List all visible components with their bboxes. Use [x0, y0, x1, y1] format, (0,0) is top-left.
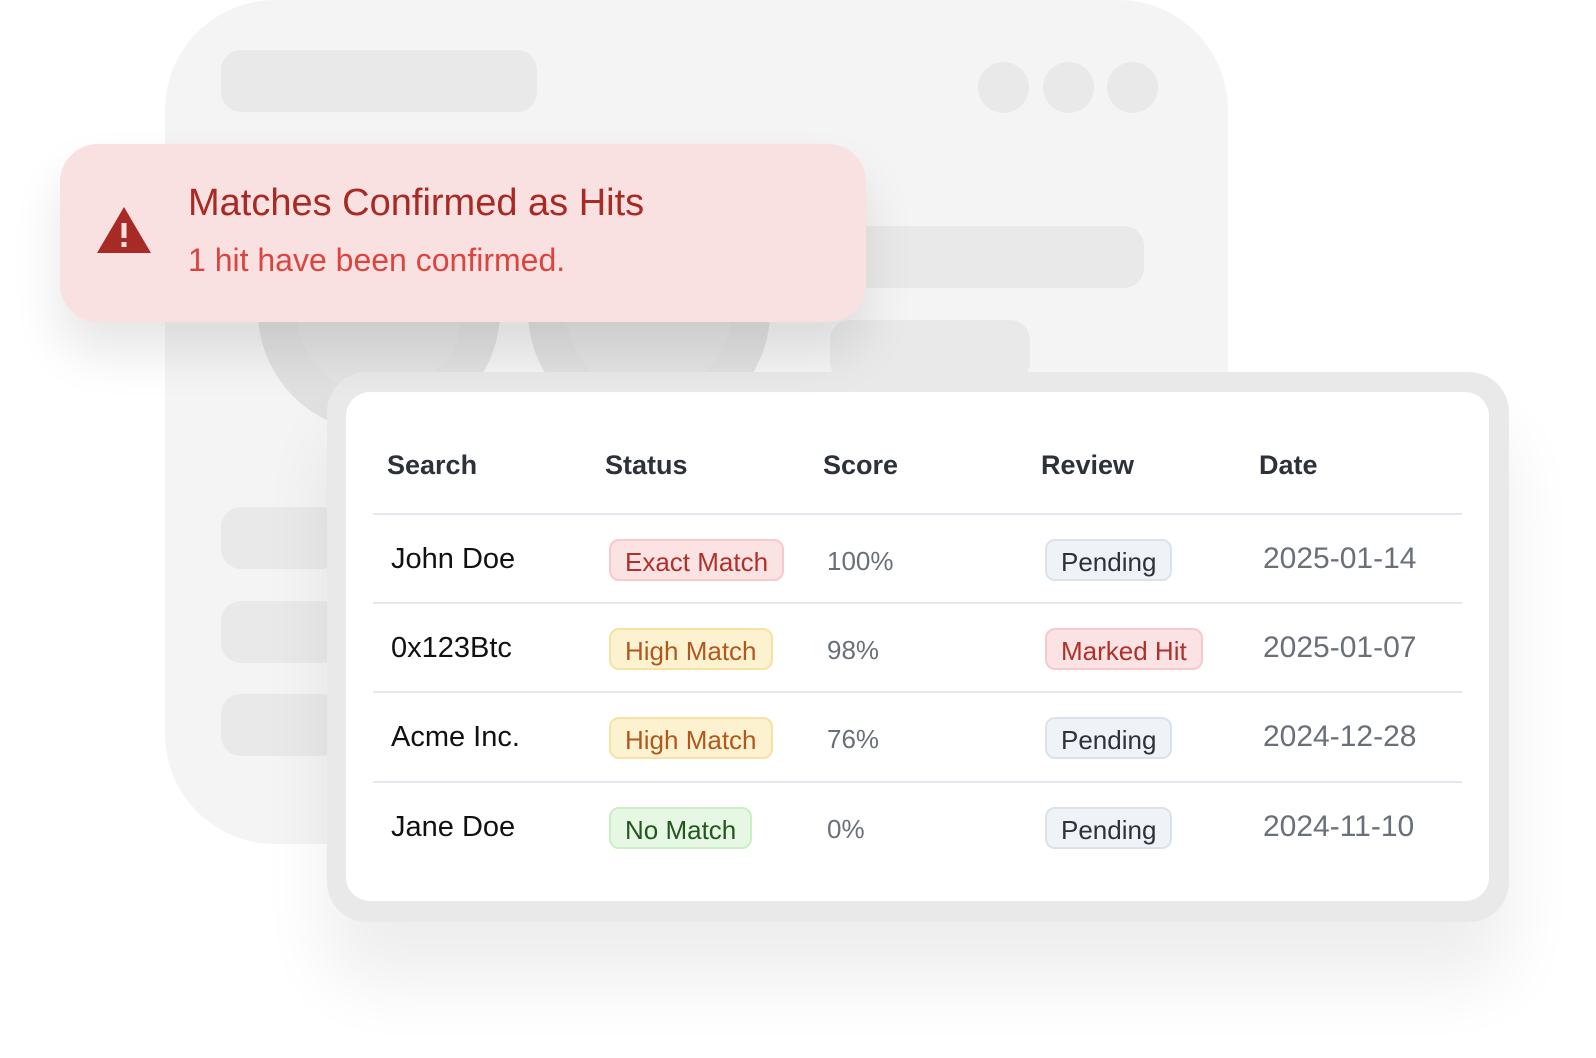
- search-cell: Acme Inc.: [391, 721, 520, 753]
- review-badge-pending[interactable]: Pending: [1045, 717, 1173, 759]
- skeleton-bar: [840, 226, 1144, 288]
- date-cell: 2025-01-07: [1263, 631, 1417, 664]
- status-badge-high-match: High Match: [609, 628, 773, 670]
- skeleton-title-bar: [221, 50, 537, 112]
- review-badge-marked-hit[interactable]: Marked Hit: [1045, 628, 1203, 670]
- column-header-review[interactable]: Review: [1041, 450, 1134, 481]
- header-divider: [373, 513, 1462, 515]
- alert-title: Matches Confirmed as Hits: [188, 182, 645, 224]
- search-cell: John Doe: [391, 543, 516, 575]
- search-cell: 0x123Btc: [391, 632, 512, 664]
- status-badge-high-match: High Match: [609, 717, 773, 759]
- skeleton-dot: [1107, 62, 1158, 113]
- skeleton-side-item: [221, 507, 341, 569]
- score-cell: 76%: [827, 724, 880, 754]
- row-divider: [373, 781, 1462, 783]
- date-cell: 2025-01-14: [1263, 542, 1417, 575]
- alert-message: 1 hit have been confirmed.: [188, 242, 566, 278]
- review-badge-pending[interactable]: Pending: [1045, 539, 1173, 581]
- review-badge-pending[interactable]: Pending: [1045, 807, 1173, 849]
- status-badge-exact-match: Exact Match: [609, 539, 785, 581]
- warning-triangle-icon: [97, 207, 151, 253]
- search-cell: Jane Doe: [391, 811, 516, 843]
- score-cell: 98%: [827, 635, 880, 665]
- column-header-status[interactable]: Status: [605, 450, 688, 481]
- skeleton-dot: [978, 62, 1029, 113]
- status-badge-no-match: No Match: [609, 807, 753, 849]
- score-cell: 0%: [827, 814, 865, 844]
- row-divider: [373, 602, 1462, 604]
- date-cell: 2024-12-28: [1263, 720, 1417, 753]
- skeleton-dot: [1043, 62, 1094, 113]
- score-cell: 100%: [827, 546, 894, 576]
- skeleton-side-item: [221, 694, 341, 756]
- column-header-date[interactable]: Date: [1259, 450, 1318, 481]
- hit-confirmed-alert: [60, 144, 866, 322]
- skeleton-side-item: [221, 601, 341, 663]
- date-cell: 2024-11-10: [1263, 810, 1415, 843]
- column-header-score[interactable]: Score: [823, 450, 898, 481]
- column-header-search[interactable]: Search: [387, 450, 477, 481]
- row-divider: [373, 691, 1462, 693]
